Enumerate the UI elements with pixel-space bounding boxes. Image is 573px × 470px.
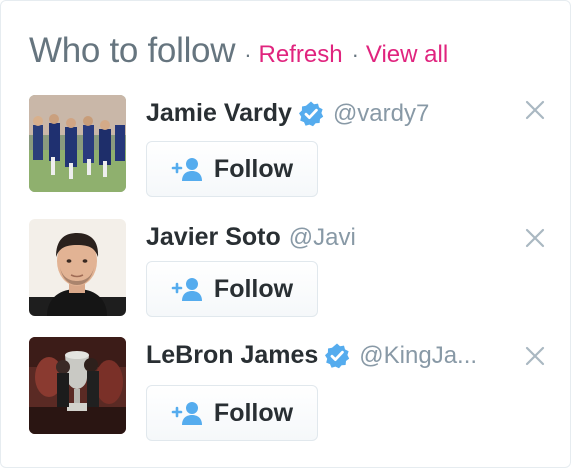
follow-button[interactable]: Follow: [146, 261, 318, 317]
user-handle[interactable]: @KingJa...: [359, 342, 477, 370]
user-fullname[interactable]: Javier Soto: [146, 223, 281, 252]
user-name-row: Javier Soto @Javi: [146, 223, 356, 252]
close-icon[interactable]: [524, 227, 546, 249]
verified-badge-icon: [297, 100, 325, 128]
who-to-follow-title: Who to follow: [29, 31, 236, 70]
add-user-icon: [171, 400, 205, 426]
user-handle[interactable]: @vardy7: [333, 100, 429, 128]
avatar[interactable]: [29, 95, 126, 192]
suggestion-item: LeBron James @KingJa... Follow: [29, 337, 569, 441]
separator-dot: ·: [244, 42, 252, 67]
follow-button[interactable]: Follow: [146, 385, 318, 441]
close-icon[interactable]: [524, 345, 546, 367]
follow-button-label: Follow: [213, 154, 294, 183]
user-handle[interactable]: @Javi: [289, 224, 356, 252]
follow-button-label: Follow: [213, 274, 294, 303]
user-fullname[interactable]: Jamie Vardy: [146, 99, 292, 128]
who-to-follow-header: Who to follow · Refresh · View all: [29, 31, 448, 71]
who-to-follow-panel: Who to follow · Refresh · View all Jamie…: [0, 0, 571, 468]
suggestion-item: Jamie Vardy @vardy7 Follow: [29, 95, 569, 197]
view-all-link[interactable]: View all: [366, 41, 448, 69]
add-user-icon: [171, 276, 205, 302]
user-name-row: Jamie Vardy @vardy7: [146, 99, 429, 128]
avatar[interactable]: [29, 219, 126, 316]
refresh-link[interactable]: Refresh: [259, 41, 343, 69]
user-fullname[interactable]: LeBron James: [146, 341, 318, 370]
follow-button-label: Follow: [213, 398, 294, 427]
close-icon[interactable]: [524, 99, 546, 121]
verified-badge-icon: [323, 342, 351, 370]
add-user-icon: [171, 156, 205, 182]
suggestion-item: Javier Soto @Javi Follow: [29, 219, 569, 319]
avatar[interactable]: [29, 337, 126, 434]
user-name-row: LeBron James @KingJa...: [146, 341, 477, 370]
follow-button[interactable]: Follow: [146, 141, 318, 197]
separator-dot: ·: [351, 42, 359, 67]
